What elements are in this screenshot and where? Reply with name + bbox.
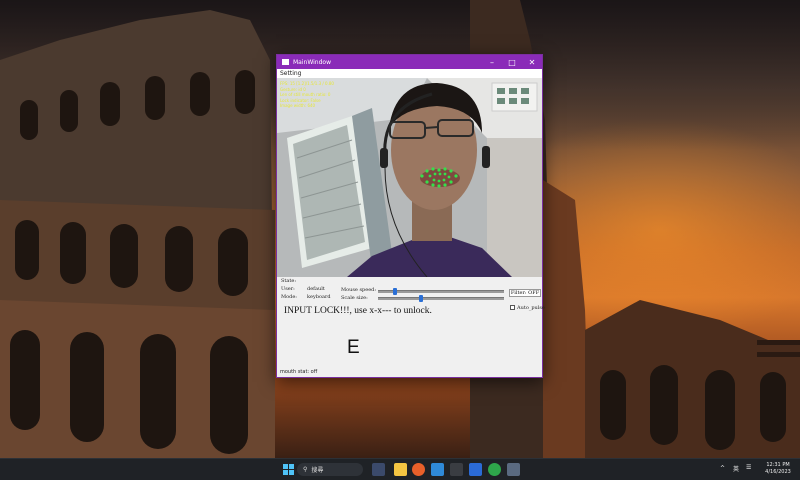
scale-size-label: Scale size: (341, 295, 368, 301)
word-icon[interactable] (469, 463, 482, 476)
network-icon[interactable]: ☰ (746, 464, 751, 471)
mode-label: Mode: (281, 294, 297, 300)
tray-overflow-icon[interactable]: ^ (720, 465, 725, 472)
auto-pulse-label: Auto_pulse (517, 305, 545, 311)
widgets-icon[interactable] (372, 463, 385, 476)
vscode-icon[interactable] (431, 463, 444, 476)
status-bar-text: mouth stat: off (280, 369, 318, 375)
taskbar: ⚲ 搜尋 ^ 英 ☰ 12:31 PM 4/16/2023 (0, 458, 800, 480)
state-label: State: (281, 278, 297, 284)
minimize-button[interactable]: – (482, 55, 502, 69)
input-language[interactable]: 英 (733, 464, 739, 473)
firefox-icon[interactable] (412, 463, 425, 476)
maximize-button[interactable]: □ (502, 55, 522, 69)
mouse-speed-label: Mouse speed: (341, 287, 377, 293)
user-label: User: (281, 286, 295, 292)
close-icon: ✕ (528, 57, 536, 67)
clock[interactable]: 12:31 PM 4/16/2023 (764, 462, 792, 476)
status-bar: mouth stat: off (277, 369, 542, 377)
scale-size-slider[interactable] (378, 295, 504, 302)
lock-message: INPUT LOCK!!!, use x-x--- to unlock. (284, 306, 432, 316)
overlay-line: Len of still mouth ratio: 0 (280, 92, 331, 97)
overlay-line: Image width: 640 (280, 103, 316, 108)
overlay-info: FPS: 15 [1.2]/1.5/1.3 / 0.80 Gesture: id… (280, 81, 334, 109)
camera-feed: FPS: 15 [1.2]/1.5/1.3 / 0.80 Gesture: id… (277, 78, 542, 277)
main-window[interactable]: MainWindow – □ ✕ Setting FPS: 15 [1.2]/1… (276, 54, 545, 378)
search-placeholder: 搜尋 (311, 467, 324, 474)
clock-time: 12:31 PM (766, 462, 790, 468)
line-icon[interactable] (488, 463, 501, 476)
title-bar[interactable]: MainWindow – □ ✕ (277, 55, 542, 69)
mode-value: keyboard (307, 294, 331, 300)
menu-bar: Setting (277, 69, 542, 78)
clock-date: 4/16/2023 (765, 469, 791, 475)
app-icon (282, 59, 289, 65)
search-box[interactable]: ⚲ 搜尋 (297, 463, 363, 476)
maximize-icon: □ (508, 57, 516, 67)
filter-button[interactable]: Filter: OFF (509, 289, 541, 297)
recognized-letter: E (347, 337, 360, 358)
slider-handle[interactable] (393, 288, 397, 295)
file-explorer-icon[interactable] (394, 463, 407, 476)
slider-handle[interactable] (419, 295, 423, 302)
python-app-icon[interactable] (507, 463, 520, 476)
mouse-speed-slider[interactable] (378, 288, 504, 295)
menu-setting[interactable]: Setting (280, 70, 301, 77)
minimize-icon: – (490, 57, 494, 67)
windows-icon (283, 464, 294, 475)
start-button[interactable] (282, 463, 295, 476)
search-icon: ⚲ (303, 466, 308, 473)
overlay-line: FPS: 15 [1.2]/1.5/1.3 / 0.80 (280, 81, 334, 86)
auto-pulse-checkbox[interactable] (510, 305, 515, 310)
close-button[interactable]: ✕ (522, 55, 542, 69)
window-title: MainWindow (293, 58, 331, 66)
user-value: default (307, 286, 325, 292)
terminal-icon[interactable] (450, 463, 463, 476)
status-panel: State: User: default Mode: keyboard Mous… (280, 277, 545, 369)
